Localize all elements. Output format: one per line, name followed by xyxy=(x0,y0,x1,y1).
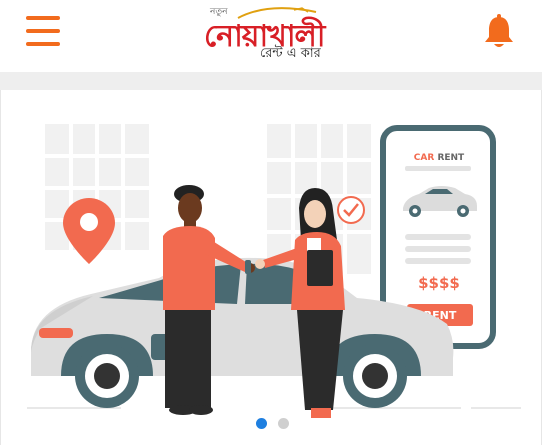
phone-price: $$$$ xyxy=(418,274,460,292)
carousel-dot-2[interactable] xyxy=(278,418,289,429)
car-key-icon xyxy=(245,260,251,274)
carousel-dot-1[interactable] xyxy=(256,418,267,429)
carousel-indicators xyxy=(1,418,542,430)
location-pin-icon xyxy=(63,198,115,264)
brand-logo[interactable]: নতুন নোয়াখালী রেন্ট এ কার xyxy=(198,4,338,62)
phone-title-car: CAR xyxy=(414,153,435,163)
phone-title-rent: RENT xyxy=(434,153,465,163)
logo-sub-text: রেন্ট এ কার xyxy=(260,46,321,61)
check-badge-icon xyxy=(337,196,365,224)
promo-banner[interactable]: CAR RENT $$$$ RENT xyxy=(0,90,542,445)
header-divider xyxy=(0,72,542,90)
rent-car-illustration: CAR RENT $$$$ RENT xyxy=(27,124,521,418)
hamburger-menu-icon[interactable] xyxy=(26,16,60,46)
bell-icon[interactable] xyxy=(484,14,514,48)
svg-text:CAR RENT: CAR RENT xyxy=(414,153,465,163)
app-header: নতুন নোয়াখালী রেন্ট এ কার xyxy=(0,0,542,72)
